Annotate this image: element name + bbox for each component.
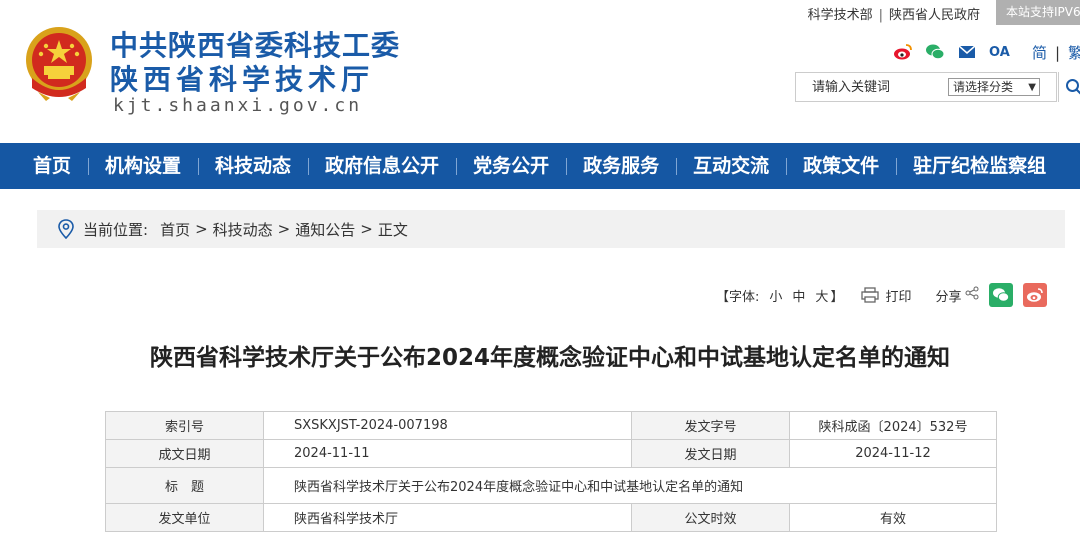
search-button[interactable]	[1058, 72, 1080, 102]
link-most[interactable]: 科学技术部	[808, 8, 873, 23]
meta-label-docno: 发文字号	[631, 411, 790, 440]
share-weibo-icon[interactable]	[1023, 283, 1048, 307]
link-shaanxi-gov[interactable]: 陕西省人民政府	[889, 8, 980, 23]
meta-label-index: 索引号	[105, 411, 264, 440]
breadcrumb-news[interactable]: 科技动态	[213, 219, 273, 240]
nav-item-interaction[interactable]: 互动交流	[676, 143, 786, 189]
breadcrumb-home[interactable]: 首页	[160, 219, 190, 240]
font-size-small[interactable]: 小	[769, 286, 782, 305]
table-row: 发文单位 陕西省科学技术厅 公文时效 有效	[105, 503, 997, 532]
top-link-divider: |	[878, 8, 883, 23]
meta-value-issuer: 陕西省科学技术厅	[263, 503, 632, 532]
meta-label-written-date: 成文日期	[105, 439, 264, 468]
meta-value-written-date: 2024-11-11	[263, 439, 632, 468]
lang-traditional[interactable]: 繁	[1068, 44, 1080, 62]
font-size-large[interactable]: 大	[815, 286, 828, 305]
breadcrumb-current: 正文	[377, 220, 408, 239]
article-title: 陕西省科学技术厅关于公布2024年度概念验证中心和中试基地认定名单的通知	[149, 345, 950, 371]
oa-icon[interactable]: OA	[989, 42, 1010, 62]
chevron-down-icon: ▼	[1028, 82, 1036, 93]
search-input[interactable]	[796, 73, 946, 101]
national-emblem-icon	[26, 27, 92, 101]
nav-item-gov-info[interactable]: 政府信息公开	[308, 143, 456, 189]
site-title-line2: 陕西省科学技术厅	[110, 63, 375, 96]
nav-item-policy[interactable]: 政策文件	[786, 143, 896, 189]
share-icon	[965, 286, 979, 304]
document-meta-table: 索引号 SXSKXJST-2024-007198 发文字号 陕科成函〔2024〕…	[105, 411, 997, 532]
breadcrumb-separator: >	[277, 220, 291, 238]
meta-label-issuer: 发文单位	[105, 503, 264, 532]
lang-simplified[interactable]: 简	[1032, 44, 1047, 62]
meta-value-docno: 陕科成函〔2024〕532号	[789, 411, 997, 440]
font-size-label: 【字体:	[716, 289, 760, 305]
meta-label-issued-date: 发文日期	[631, 439, 790, 468]
breadcrumb-notices[interactable]: 通知公告	[295, 219, 355, 240]
font-size-medium[interactable]: 中	[792, 286, 805, 305]
breadcrumb-separator: >	[195, 220, 208, 238]
share-wechat-icon[interactable]	[989, 283, 1014, 307]
meta-value-title: 陕西省科学技术厅关于公布2024年度概念验证中心和中试基地认定名单的通知	[263, 467, 997, 504]
breadcrumb: 当前位置: 首页 > 科技动态 > 通知公告 > 正文	[37, 210, 1065, 248]
search-icon	[1065, 79, 1080, 95]
printer-icon[interactable]	[861, 287, 880, 303]
main-nav: 首页 机构设置 科技动态 政府信息公开 党务公开 政务服务 互动交流 政策文件 …	[0, 143, 1080, 189]
nav-item-discipline[interactable]: 驻厅纪检监察组	[896, 143, 1063, 189]
table-row: 索引号 SXSKXJST-2024-007198 发文字号 陕科成函〔2024〕…	[105, 411, 997, 440]
print-button[interactable]: 打印	[885, 286, 911, 305]
meta-label-title: 标 题	[105, 467, 264, 504]
nav-item-organization[interactable]: 机构设置	[88, 143, 198, 189]
table-row: 成文日期 2024-11-11 发文日期 2024-11-12	[105, 439, 997, 468]
mail-icon[interactable]	[957, 42, 977, 62]
lang-divider: |	[1055, 44, 1061, 62]
meta-value-validity: 有效	[789, 503, 997, 532]
table-row: 标 题 陕西省科学技术厅关于公布2024年度概念验证中心和中试基地认定名单的通知	[105, 467, 997, 504]
site-header: 中共陕西省委科技工委 陕西省科学技术厅 kjt.shaanxi.gov.cn 科…	[0, 0, 1080, 143]
nav-item-home[interactable]: 首页	[0, 143, 88, 189]
language-switch: 简 | 繁	[1032, 42, 1080, 63]
breadcrumb-separator: >	[360, 220, 373, 238]
weibo-icon[interactable]	[893, 42, 913, 62]
breadcrumb-label: 当前位置:	[83, 220, 149, 239]
wechat-icon[interactable]	[925, 42, 945, 62]
ipv6-badge: 本站支持IPV6	[996, 0, 1080, 25]
meta-value-issued-date: 2024-11-12	[789, 439, 997, 468]
meta-value-index: SXSKXJST-2024-007198	[263, 411, 632, 440]
category-select[interactable]: 请选择分类 ▼	[948, 78, 1040, 96]
social-links: OA	[893, 42, 1022, 62]
top-links: 科学技术部 | 陕西省人民政府	[808, 4, 980, 23]
nav-item-services[interactable]: 政务服务	[566, 143, 676, 189]
share-label: 分享	[935, 289, 962, 305]
nav-item-party-affairs[interactable]: 党务公开	[456, 143, 566, 189]
meta-label-validity: 公文时效	[631, 503, 790, 532]
font-size-label-close: 】	[830, 289, 844, 305]
site-domain: kjt.shaanxi.gov.cn	[113, 95, 363, 116]
search-box: 请选择分类 ▼	[795, 72, 1057, 102]
article-tools: 【字体: 小 中 大 】 打印 分享	[716, 282, 1048, 308]
nav-item-news[interactable]: 科技动态	[198, 143, 308, 189]
category-select-value: 请选择分类	[953, 80, 1014, 94]
location-pin-icon	[57, 219, 75, 239]
